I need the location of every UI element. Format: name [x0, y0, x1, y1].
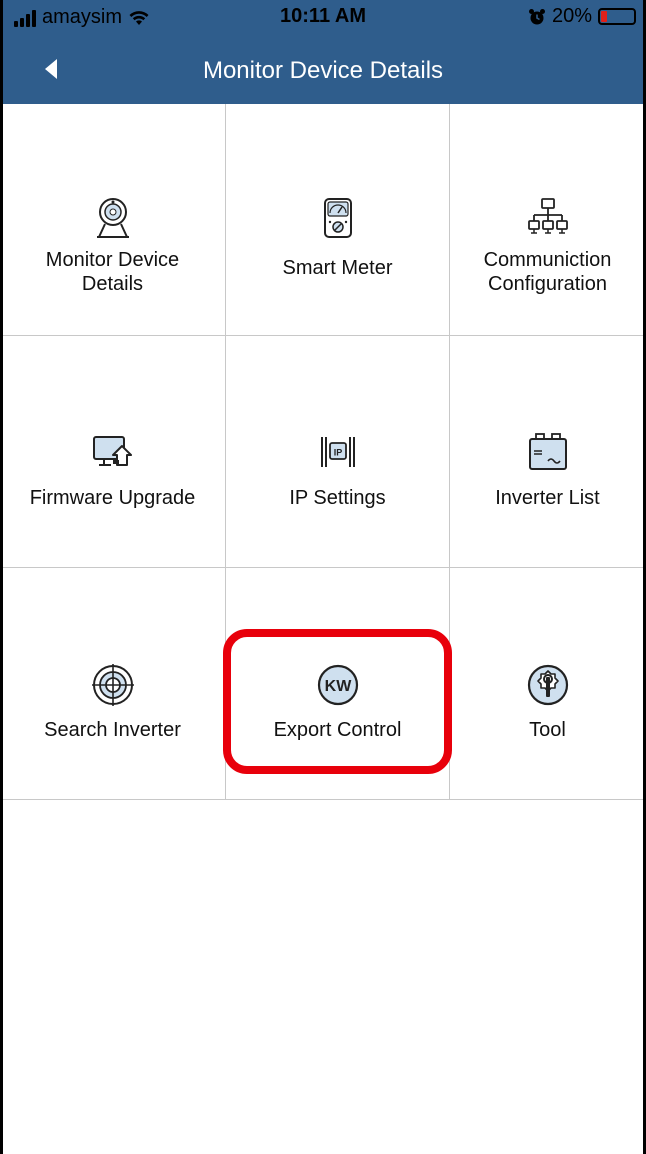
grid-item-inverter-list[interactable]: Inverter List [450, 336, 646, 568]
battery-fill [601, 11, 608, 22]
grid-item-label-line2: Details [81, 273, 144, 295]
grid-item-label: Firmware Upgrade [29, 487, 196, 509]
battery-icon [598, 8, 636, 25]
nav-bar: Monitor Device Details [0, 34, 646, 104]
kw-icon: KW [317, 664, 358, 706]
grid-item-smart-meter[interactable]: Smart Meter [226, 104, 450, 336]
battery-percent: 20% [551, 5, 592, 27]
grid-item-firmware-upgrade[interactable]: Firmware Upgrade [0, 336, 226, 568]
grid-item-label: IP Settings [289, 487, 386, 509]
grid-item-label: Inverter List [495, 487, 600, 509]
grid-item-export-control[interactable]: KW Export Control [226, 568, 450, 800]
smart-meter-icon [323, 198, 352, 238]
status-right: 20% [528, 5, 636, 28]
grid-item-label: Search Inverter [44, 719, 181, 741]
svg-text:KW: KW [324, 678, 352, 695]
grid-item-label: Monitor Device [45, 249, 180, 271]
grid-item-label: Tool [529, 719, 566, 741]
status-bar: amaysim 10:11 AM 20% [0, 0, 646, 34]
tool-icon [527, 664, 568, 706]
firmware-upgrade-icon [92, 436, 132, 466]
grid-item-tool[interactable]: Tool [450, 568, 646, 800]
grid-item-label: Smart Meter [282, 257, 393, 279]
grid-item-label: Communiction [483, 249, 612, 271]
target-icon [91, 664, 134, 706]
grid-item-ip-settings[interactable]: IP IP Settings [226, 336, 450, 568]
grid-item-communication-configuration[interactable]: Communiction Configuration [450, 104, 646, 336]
grid-item-label-line2: Configuration [488, 273, 607, 295]
webcam-icon [96, 198, 129, 238]
inverter-icon [528, 433, 567, 470]
alarm-icon [528, 8, 545, 24]
page-title: Monitor Device Details [202, 57, 444, 84]
ip-settings-icon: IP [320, 437, 355, 467]
svg-text:IP: IP [333, 448, 342, 458]
grid-item-monitor-device-details[interactable]: Monitor Device Details [0, 104, 226, 336]
grid-item-label: Export Control [273, 719, 402, 741]
grid-item-search-inverter[interactable]: Search Inverter [0, 568, 226, 800]
network-icon [527, 198, 568, 234]
